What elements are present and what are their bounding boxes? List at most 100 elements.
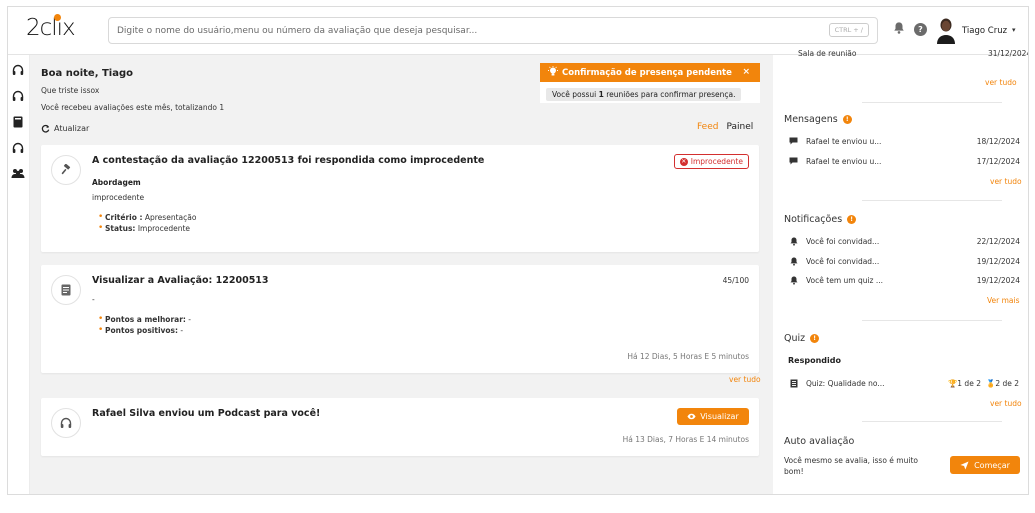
messages-heading: Mensagens !	[784, 114, 852, 125]
criterion-label: Critério :	[105, 213, 143, 222]
headset-icon[interactable]	[10, 90, 26, 104]
headset-icon	[51, 408, 81, 438]
top-header: 2clix CTRL + / ? Tiago Cruz ▾	[8, 7, 1028, 55]
notification-item[interactable]: Você foi convidad... 19/12/2024	[789, 255, 1025, 267]
notification-date: 19/12/2024	[976, 256, 1020, 266]
start-self-evaluation-button[interactable]: Começar	[950, 456, 1020, 474]
tab-feed[interactable]: Feed	[697, 122, 718, 132]
avatar[interactable]	[936, 16, 956, 44]
evaluation-dash: -	[92, 295, 95, 304]
notifications-see-more-link[interactable]: Ver mais	[987, 296, 1020, 305]
list-icon	[789, 379, 798, 388]
approach-label: Abordagem	[92, 178, 141, 187]
info-icon: !	[847, 215, 857, 224]
quiz-item-text: Quiz: Qualidade no...	[806, 378, 885, 388]
meeting-item-date: 31/12/2024	[988, 49, 1029, 58]
divider	[862, 320, 1002, 321]
status-value: Improcedente	[135, 224, 191, 233]
view-podcast-button[interactable]: Visualizar	[677, 408, 749, 425]
document-icon	[51, 275, 81, 305]
notification-text: Você foi convidad...	[806, 236, 880, 246]
bell-icon	[789, 237, 798, 246]
improve-label: Pontos a melhorar:	[105, 315, 186, 324]
feed-card-podcast[interactable]: Rafael Silva enviou um Podcast para você…	[41, 398, 759, 456]
bell-icon	[789, 276, 798, 285]
quiz-heading: Quiz !	[784, 333, 820, 344]
trophy-icon: 🏆	[947, 378, 958, 388]
notification-item[interactable]: Você tem um quiz ... 19/12/2024	[789, 274, 1025, 286]
message-item[interactable]: Rafael te enviou u... 18/12/2024	[789, 135, 1025, 147]
improve-value: -	[185, 315, 191, 324]
presence-notice: Confirmação de presença pendente × Você …	[540, 63, 760, 103]
info-icon: !	[810, 334, 820, 343]
notice-title: Confirmação de presença pendente	[562, 67, 732, 78]
trophy-score: 🏆1 de 2	[948, 379, 981, 388]
info-icon: !	[842, 115, 852, 124]
right-sidebar: Sala de reunião 31/12/2024 ver tudo Mens…	[773, 49, 1028, 494]
refresh-button[interactable]: Atualizar	[41, 124, 89, 133]
notification-text: Você tem um quiz ...	[806, 275, 884, 285]
messages-title: Mensagens	[784, 114, 838, 125]
user-name[interactable]: Tiago Cruz	[962, 26, 1007, 36]
chevron-down-icon[interactable]: ▾	[1012, 26, 1016, 34]
search-shortcut-hint: CTRL + /	[828, 23, 869, 37]
book-icon[interactable]	[10, 116, 26, 130]
message-date: 18/12/2024	[976, 136, 1020, 146]
approach-text: improcedente	[92, 193, 145, 202]
logo-dot	[54, 14, 61, 21]
quiz-score-1: 1 de 2	[957, 378, 981, 388]
notifications-heading: Notificações !	[784, 214, 857, 225]
message-text: Rafael te enviou u...	[806, 136, 882, 146]
divider	[862, 200, 1002, 201]
users-icon[interactable]	[10, 168, 26, 182]
improve-item: Pontos a melhorar: -	[98, 314, 191, 324]
podcast-time: Há 13 Dias, 7 Horas E 14 minutos	[622, 435, 749, 444]
quiz-scores: 🏆1 de 2 🏅2 de 2	[948, 379, 1019, 388]
close-icon[interactable]: ×	[742, 67, 750, 77]
quiz-item[interactable]: Quiz: Qualidade no... 🏆1 de 2 🏅2 de 2	[789, 377, 1025, 389]
notice-body[interactable]: Você possui 1 reuniões para confirmar pr…	[546, 88, 742, 101]
message-text: Rafael te enviou u...	[806, 156, 882, 166]
criterion-value: Apresentação	[142, 213, 197, 222]
chat-icon	[789, 157, 798, 165]
tab-painel[interactable]: Painel	[726, 122, 753, 132]
message-item[interactable]: Rafael te enviou u... 17/12/2024	[789, 155, 1025, 167]
messages-see-all-link[interactable]: ver tudo	[990, 177, 1022, 186]
view-podcast-label: Visualizar	[700, 412, 739, 421]
notification-item[interactable]: Você foi convidad... 22/12/2024	[789, 235, 1025, 247]
feed-see-all-link[interactable]: ver tudo	[729, 375, 761, 384]
start-button-label: Começar	[974, 460, 1010, 470]
bell-icon[interactable]	[892, 21, 906, 38]
left-nav	[8, 55, 30, 494]
greeting-title: Boa noite, Tiago	[41, 68, 134, 79]
notice-body-suffix: reuniões para confirmar presença.	[603, 90, 736, 99]
refresh-label: Atualizar	[54, 124, 90, 133]
meetings-see-all-link[interactable]: ver tudo	[985, 78, 1017, 87]
feed-card-contestation[interactable]: A contestação da avaliação 12200513 foi …	[41, 145, 759, 252]
notification-text: Você foi convidad...	[806, 256, 880, 266]
divider	[862, 421, 1002, 422]
medal-score: 🏅2 de 2	[986, 379, 1019, 388]
logo[interactable]: 2clix	[26, 14, 76, 41]
app-frame: 2clix CTRL + / ? Tiago Cruz ▾	[7, 6, 1029, 495]
meeting-item-clipped[interactable]: Sala de reunião	[798, 49, 857, 58]
feed-card-evaluation[interactable]: Visualizar a Avaliação: 12200513 45/100 …	[41, 265, 759, 373]
evaluation-score: 45/100	[722, 276, 749, 285]
headset-icon[interactable]	[10, 142, 26, 156]
status-badge-label: Improcedente	[690, 157, 743, 166]
quiz-see-all-link[interactable]: ver tudo	[990, 399, 1022, 408]
message-date: 17/12/2024	[976, 156, 1020, 166]
self-evaluation-title: Auto avaliação	[784, 436, 855, 447]
search-input[interactable]	[109, 18, 809, 43]
greeting-subtitle: Que triste issox	[41, 86, 100, 95]
help-icon[interactable]: ?	[914, 23, 927, 36]
notifications-title: Notificações	[784, 214, 843, 225]
view-tabs: Feed Painel	[697, 122, 753, 132]
chat-icon	[789, 137, 798, 145]
self-evaluation-text: Você mesmo se avalia, isso é muito bom!	[784, 456, 918, 476]
criterion-item: Critério : Apresentação	[98, 212, 197, 222]
search-bar: CTRL + /	[108, 17, 878, 44]
card-title: Visualizar a Avaliação: 12200513	[92, 275, 269, 286]
eye-icon	[687, 413, 696, 420]
headset-icon[interactable]	[10, 64, 26, 78]
